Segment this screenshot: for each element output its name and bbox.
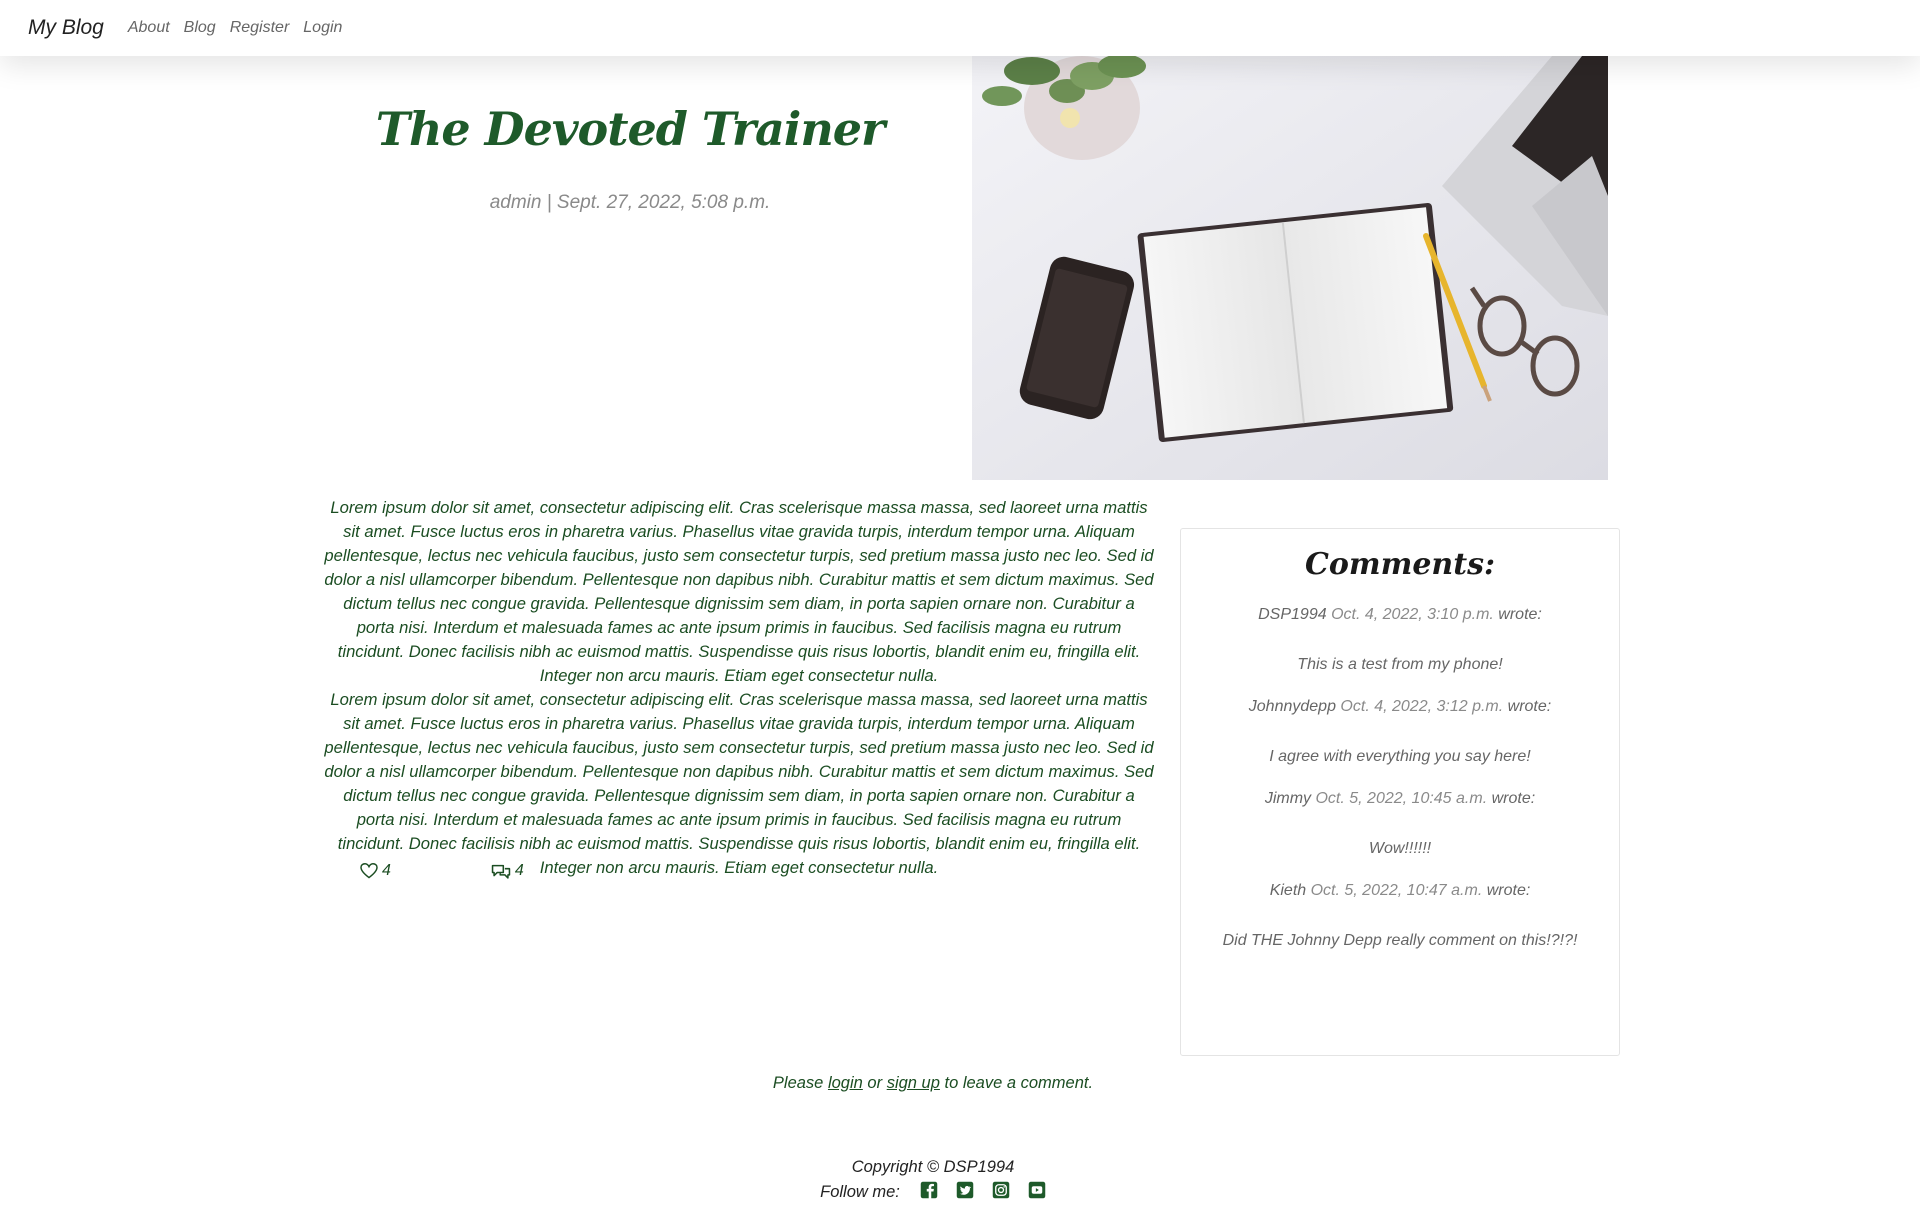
desk-scene-illustration — [972, 56, 1608, 480]
instagram-icon — [992, 1181, 1010, 1199]
comment-date: Oct. 4, 2022, 3:12 p.m. — [1340, 698, 1504, 715]
notebook — [1137, 203, 1454, 442]
copyright: Copyright © DSP1994 — [851, 1158, 1015, 1176]
youtube-link[interactable] — [1028, 1181, 1046, 1204]
comment-body: I agree with everything you say here! — [1269, 748, 1531, 765]
comment-author: Jimmy — [1264, 790, 1312, 807]
follow-row: Follow me: — [0, 1181, 1866, 1204]
comment-date: Oct. 4, 2022, 3:10 p.m. — [1331, 606, 1494, 623]
like-button[interactable]: 4 — [360, 862, 391, 880]
post-hero-image — [972, 56, 1608, 480]
comments-title: Comments: — [1304, 547, 1496, 582]
comment-date: Oct. 5, 2022, 10:45 a.m. — [1315, 790, 1488, 807]
comments-card: Comments: DSP1994 Oct. 4, 2022, 3:10 p.m… — [1180, 528, 1620, 1056]
post-reactions: 4 4 — [360, 862, 524, 880]
signup-link[interactable]: sign up — [887, 1074, 940, 1092]
comment-body: Did THE Johnny Depp really comment on th… — [1222, 932, 1578, 949]
comments-icon — [491, 864, 511, 879]
comment-header: Kieth Oct. 5, 2022, 10:47 a.m. wrote: — [1181, 882, 1619, 900]
social-icons — [920, 1181, 1046, 1204]
comment-header: DSP1994 Oct. 4, 2022, 3:10 p.m. wrote: — [1181, 606, 1619, 624]
comment-wrote: wrote: — [1498, 606, 1542, 623]
comment-wrote: wrote: — [1507, 698, 1552, 715]
comment-body: This is a test from my phone! — [1297, 656, 1503, 673]
comment-wrote: wrote: — [1491, 790, 1536, 807]
twitter-icon — [956, 1181, 974, 1199]
comment-header: Johnnydepp Oct. 4, 2022, 3:12 p.m. wrote… — [1181, 698, 1619, 716]
nav-link-register[interactable]: Register — [230, 19, 290, 37]
post-meta: admin | Sept. 27, 2022, 5:08 p.m. — [489, 192, 771, 213]
post-paragraph: Lorem ipsum dolor sit amet, consectetur … — [324, 498, 1154, 685]
comments-button[interactable]: 4 — [491, 862, 524, 880]
footer: Copyright © DSP1994 Follow me: — [0, 1158, 1866, 1204]
comment-item: Johnnydepp Oct. 4, 2022, 3:12 p.m. wrote… — [1181, 698, 1619, 766]
post-body: Lorem ipsum dolor sit amet, consectetur … — [324, 496, 1154, 880]
comment-wrote: wrote: — [1486, 882, 1531, 899]
heart-icon — [360, 863, 378, 879]
twitter-link[interactable] — [956, 1181, 974, 1204]
nav-link-about[interactable]: About — [128, 19, 170, 37]
login-prompt: Please login or sign up to leave a comme… — [0, 1074, 1866, 1093]
facebook-link[interactable] — [920, 1181, 938, 1204]
comment-date: Oct. 5, 2022, 10:47 a.m. — [1310, 882, 1483, 899]
nav-links: About Blog Register Login — [128, 19, 357, 37]
login-prompt-middle: or — [867, 1074, 883, 1092]
comment-item: Kieth Oct. 5, 2022, 10:47 a.m. wrote: Di… — [1181, 882, 1619, 950]
follow-label: Follow me: — [820, 1183, 900, 1201]
comment-item: DSP1994 Oct. 4, 2022, 3:10 p.m. wrote: T… — [1181, 606, 1619, 674]
comment-author: Johnnydepp — [1248, 698, 1336, 715]
post-title: The Devoted Trainer — [375, 102, 886, 156]
login-prompt-suffix: to leave a comment. — [944, 1074, 1094, 1092]
nav-link-login[interactable]: Login — [303, 19, 342, 37]
comment-author: DSP1994 — [1258, 606, 1327, 623]
comment-body: Wow!!!!!! — [1368, 840, 1432, 857]
comment-count: 4 — [514, 862, 524, 879]
comment-item: Jimmy Oct. 5, 2022, 10:45 a.m. wrote: Wo… — [1181, 790, 1619, 858]
instagram-link[interactable] — [992, 1181, 1010, 1204]
login-prompt-prefix: Please — [772, 1074, 824, 1092]
like-count: 4 — [382, 862, 391, 879]
nav-link-blog[interactable]: Blog — [184, 19, 216, 37]
youtube-icon — [1028, 1181, 1046, 1199]
login-link[interactable]: login — [828, 1074, 863, 1092]
comment-header: Jimmy Oct. 5, 2022, 10:45 a.m. wrote: — [1181, 790, 1619, 808]
comment-author: Kieth — [1269, 882, 1307, 899]
brand-link[interactable]: My Blog — [28, 16, 104, 40]
facebook-icon — [920, 1181, 938, 1199]
post-paragraph: Lorem ipsum dolor sit amet, consectetur … — [324, 690, 1154, 877]
navbar: My Blog About Blog Register Login — [0, 0, 1920, 56]
